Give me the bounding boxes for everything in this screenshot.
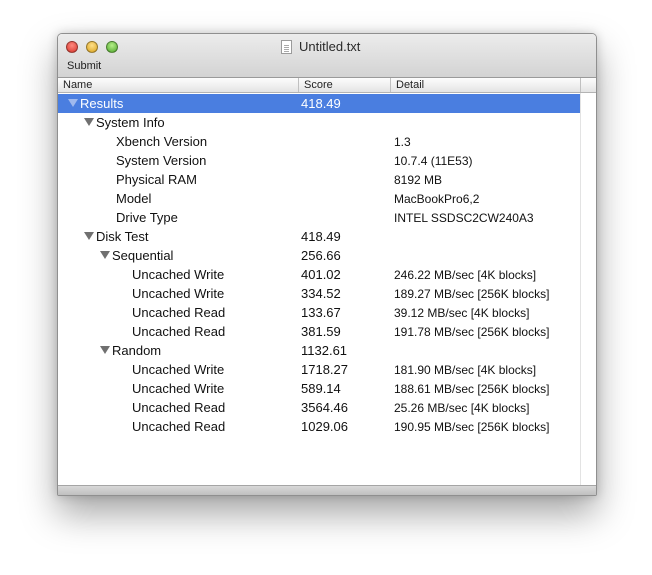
row-name: Drive Type bbox=[116, 210, 178, 225]
disclosure-triangle-icon[interactable] bbox=[84, 118, 94, 126]
row-detail: 190.95 MB/sec [256K blocks] bbox=[394, 420, 550, 434]
row-name: Model bbox=[116, 191, 152, 206]
row-detail: 246.22 MB/sec [4K blocks] bbox=[394, 268, 537, 282]
row-name: Disk Test bbox=[96, 229, 149, 244]
row-detail: 191.78 MB/sec [256K blocks] bbox=[394, 325, 550, 339]
row-name: Xbench Version bbox=[116, 134, 208, 149]
row-score: 256.66 bbox=[301, 248, 341, 263]
disclosure-triangle-icon[interactable] bbox=[100, 346, 110, 354]
row-name: Uncached Read bbox=[132, 324, 226, 339]
outline-item-row[interactable]: Uncached Read 1029.06 190.95 MB/sec [256K … bbox=[58, 417, 580, 436]
document-icon bbox=[281, 40, 292, 54]
row-name: Uncached Write bbox=[132, 267, 225, 282]
row-name: Uncached Read bbox=[132, 400, 226, 415]
outline-item-row[interactable]: Uncached Write 334.52 189.27 MB/sec [256K … bbox=[58, 284, 580, 303]
results-outline-view[interactable]: Name Score Detail Results 418.49 System In… bbox=[58, 78, 596, 486]
title-bar[interactable]: Untitled.txt Submit bbox=[58, 34, 596, 78]
disclosure-triangle-icon[interactable] bbox=[68, 99, 78, 107]
outline-item-row[interactable]: Uncached Read 381.59 191.78 MB/sec [256K b… bbox=[58, 322, 580, 341]
row-name: Results bbox=[80, 96, 124, 111]
row-score: 589.14 bbox=[301, 381, 341, 396]
row-name: System Info bbox=[96, 115, 165, 130]
row-name: Sequential bbox=[112, 248, 174, 263]
row-name: Uncached Read bbox=[132, 419, 226, 434]
column-header-name[interactable]: Name bbox=[58, 78, 298, 92]
row-detail: 39.12 MB/sec [4K blocks] bbox=[394, 306, 530, 320]
outline-group-row[interactable]: Disk Test 418.49 bbox=[58, 227, 580, 246]
row-score: 418.49 bbox=[301, 229, 341, 244]
outline-item-row[interactable]: Uncached Write 1718.27 181.90 MB/sec [4K b… bbox=[58, 360, 580, 379]
row-detail: 181.90 MB/sec [4K blocks] bbox=[394, 363, 537, 377]
outline-item-row[interactable]: System Version 10.7.4 (11E53) bbox=[58, 151, 580, 170]
column-header-detail[interactable]: Detail bbox=[390, 78, 580, 92]
close-button[interactable] bbox=[66, 41, 78, 53]
row-score: 3564.46 bbox=[301, 400, 348, 415]
column-header-score[interactable]: Score bbox=[298, 78, 390, 92]
row-name: Uncached Read bbox=[132, 305, 226, 320]
outline-group-row[interactable]: Results 418.49 bbox=[58, 94, 580, 113]
row-detail: 25.26 MB/sec [4K blocks] bbox=[394, 401, 530, 415]
submit-button[interactable]: Submit bbox=[67, 60, 101, 72]
row-name: Uncached Write bbox=[132, 286, 225, 301]
outline-item-row[interactable]: Physical RAM 8192 MB bbox=[58, 170, 580, 189]
row-score: 418.49 bbox=[301, 96, 341, 111]
outline-group-row[interactable]: Sequential 256.66 bbox=[58, 246, 580, 265]
window-title: Untitled.txt bbox=[299, 39, 361, 54]
zoom-button[interactable] bbox=[106, 41, 118, 53]
row-name: System Version bbox=[116, 153, 207, 168]
row-detail: 8192 MB bbox=[394, 173, 443, 187]
outline-item-row[interactable]: Uncached Write 401.02 246.22 MB/sec [4K bl… bbox=[58, 265, 580, 284]
outline-group-row[interactable]: System Info bbox=[58, 113, 580, 132]
minimize-button[interactable] bbox=[86, 41, 98, 53]
disclosure-triangle-icon[interactable] bbox=[100, 251, 110, 259]
row-score: 334.52 bbox=[301, 286, 341, 301]
table-header: Name Score Detail bbox=[58, 78, 596, 93]
column-header-corner bbox=[580, 78, 596, 92]
row-name: Physical RAM bbox=[116, 172, 197, 187]
row-detail: MacBookPro6,2 bbox=[394, 192, 480, 206]
outline-item-row[interactable]: Uncached Write 589.14 188.61 MB/sec [256K … bbox=[58, 379, 580, 398]
row-score: 1029.06 bbox=[301, 419, 348, 434]
row-detail: 10.7.4 (11E53) bbox=[394, 154, 473, 168]
row-score: 1132.61 bbox=[301, 343, 348, 358]
disclosure-triangle-icon[interactable] bbox=[84, 232, 94, 240]
outline-item-row[interactable]: Uncached Read 3564.46 25.26 MB/sec [4K blo… bbox=[58, 398, 580, 417]
row-detail: INTEL SSDSC2CW240A3 bbox=[394, 211, 534, 225]
row-name: Uncached Write bbox=[132, 362, 225, 377]
outline-item-row[interactable]: Model MacBookPro6,2 bbox=[58, 189, 580, 208]
row-score: 401.02 bbox=[301, 267, 341, 282]
row-detail: 189.27 MB/sec [256K blocks] bbox=[394, 287, 550, 301]
app-window: Untitled.txt Submit Name Score Detail Re… bbox=[57, 33, 597, 496]
row-score: 381.59 bbox=[301, 324, 341, 339]
outline-item-row[interactable]: Drive Type INTEL SSDSC2CW240A3 bbox=[58, 208, 580, 227]
row-score: 1718.27 bbox=[301, 362, 348, 377]
row-detail: 1.3 bbox=[394, 135, 411, 149]
outline-group-row[interactable]: Random 1132.61 bbox=[58, 341, 580, 360]
row-name: Random bbox=[112, 343, 162, 358]
outline-item-row[interactable]: Uncached Read 133.67 39.12 MB/sec [4K bloc… bbox=[58, 303, 580, 322]
vertical-scroll-gutter bbox=[580, 93, 596, 485]
window-bottom-bar bbox=[58, 485, 596, 495]
row-name: Uncached Write bbox=[132, 381, 225, 396]
outline-item-row[interactable]: Xbench Version 1.3 bbox=[58, 132, 580, 151]
row-score: 133.67 bbox=[301, 305, 341, 320]
row-detail: 188.61 MB/sec [256K blocks] bbox=[394, 382, 550, 396]
